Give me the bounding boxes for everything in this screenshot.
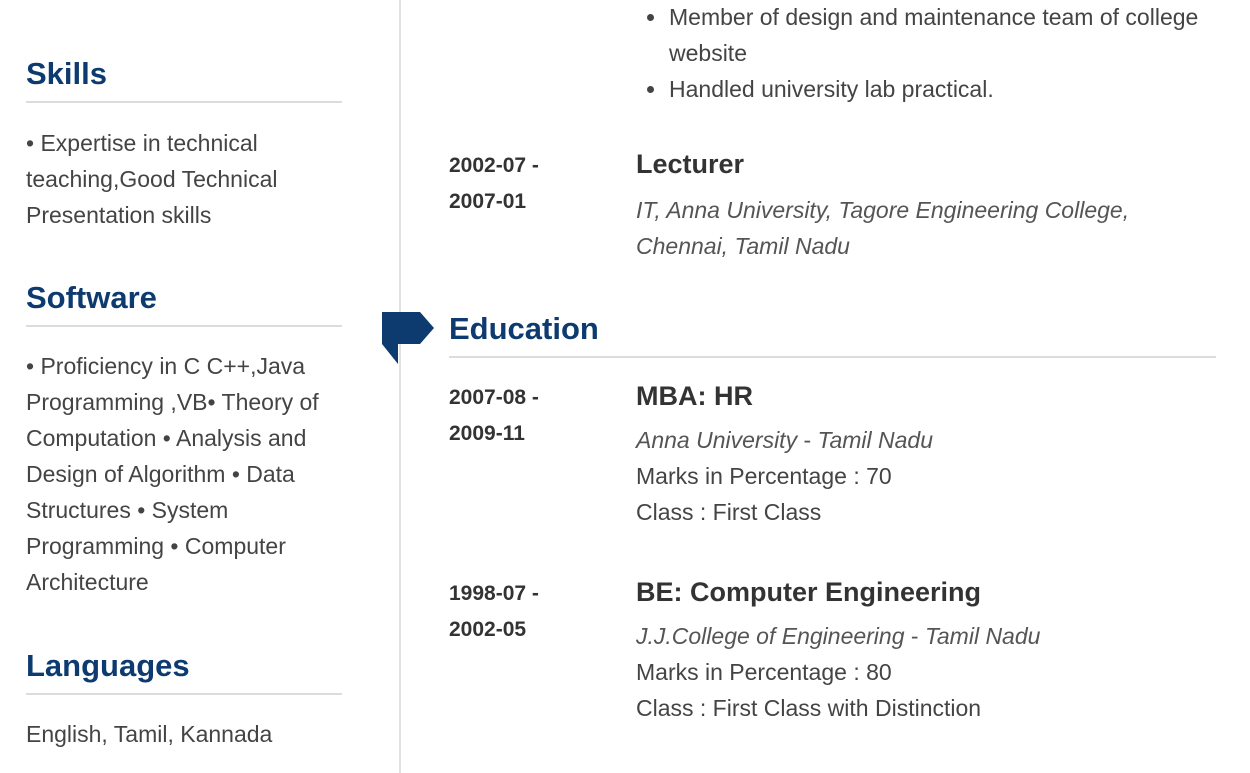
entry-title: Lecturer xyxy=(636,149,745,179)
skills-divider xyxy=(26,101,342,103)
entry-institution: J.J.College of Engineering xyxy=(636,623,905,649)
timeline-line xyxy=(399,0,401,773)
entry-institution-line: J.J.College of Engineering - Tamil Nadu xyxy=(636,618,1216,654)
entry-class: Class : First Class xyxy=(636,499,822,525)
bullet-text: Member of design and maintenance team of… xyxy=(669,4,1199,66)
entry-date: 1998-07 - 2002-05 xyxy=(449,576,619,648)
list-item: Member of design and maintenance team of… xyxy=(647,0,1207,71)
entry-body: Lecturer IT, Anna University, Tagore Eng… xyxy=(636,148,1216,264)
entry-date: 2007-08 - 2009-11 xyxy=(449,380,619,452)
software-heading: Software xyxy=(26,280,157,315)
education-heading: Education xyxy=(449,311,599,346)
date-start: 2002-07 - xyxy=(449,154,539,177)
date-start: 2007-08 - xyxy=(449,386,539,409)
entry-body: BE: Computer Engineering J.J.College of … xyxy=(636,576,1216,726)
languages-section: Languages English, Tamil, Kannada xyxy=(26,647,342,752)
date-end: 2007-01 xyxy=(449,190,527,213)
bullet-text: Handled university lab practical. xyxy=(669,76,994,102)
resume-page: Skills • Expertise in technical teaching… xyxy=(0,0,1250,773)
experience-bullet-list: Member of design and maintenance team of… xyxy=(647,0,1207,107)
entry-subtitle: IT, Anna University, Tagore Engineering … xyxy=(636,197,1130,259)
skills-section: Skills • Expertise in technical teaching… xyxy=(26,55,342,233)
skills-text: • Expertise in technical teaching,Good T… xyxy=(26,130,278,228)
entry-title: MBA: HR xyxy=(636,381,753,411)
entry-institution-line: Anna University - Tamil Nadu xyxy=(636,422,1216,458)
entry-marks: Marks in Percentage : 80 xyxy=(636,659,892,685)
entry-title: BE: Computer Engineering xyxy=(636,577,982,607)
entry-marks: Marks in Percentage : 70 xyxy=(636,463,892,489)
entry-separator: - xyxy=(797,427,818,453)
software-text: • Proficiency in C C++,Java Programming … xyxy=(26,353,319,595)
education-divider xyxy=(449,356,1216,358)
bullet-icon xyxy=(647,14,654,21)
entry-institution: Anna University xyxy=(636,427,798,453)
list-item: Handled university lab practical. xyxy=(647,71,1207,107)
bullet-icon xyxy=(647,86,654,93)
software-divider xyxy=(26,325,342,327)
date-end: 2002-05 xyxy=(449,618,527,641)
entry-date: 2002-07 - 2007-01 xyxy=(449,148,619,220)
section-flag-icon xyxy=(382,312,434,364)
entry-location: Tamil Nadu xyxy=(817,427,934,453)
entry-separator: - xyxy=(904,623,925,649)
languages-text: English, Tamil, Kannada xyxy=(26,721,273,747)
date-end: 2009-11 xyxy=(449,422,525,445)
languages-heading: Languages xyxy=(26,648,190,683)
software-section: Software • Proficiency in C C++,Java Pro… xyxy=(26,279,342,600)
languages-divider xyxy=(26,693,342,695)
skills-heading: Skills xyxy=(26,56,107,91)
date-start: 1998-07 - xyxy=(449,582,539,605)
entry-location: Tamil Nadu xyxy=(924,623,1041,649)
entry-body: MBA: HR Anna University - Tamil Nadu Mar… xyxy=(636,380,1216,530)
education-header: Education xyxy=(449,309,1216,358)
entry-class: Class : First Class with Distinction xyxy=(636,695,982,721)
